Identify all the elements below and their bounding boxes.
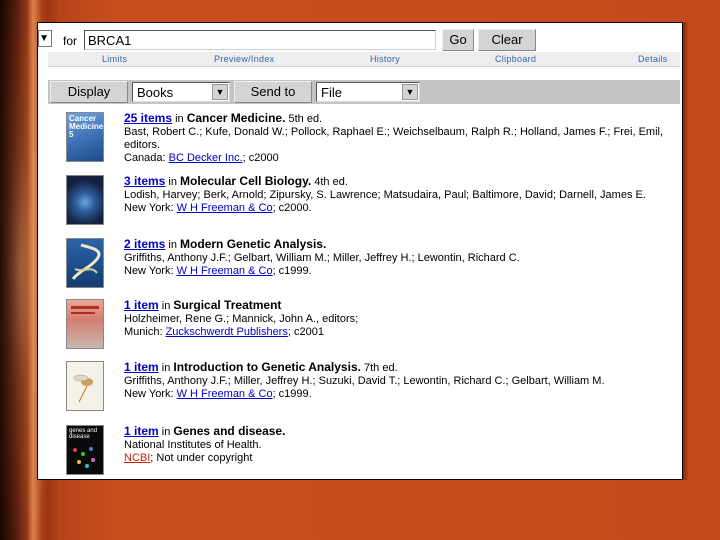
database-select[interactable]: ▼ [38,30,52,47]
dropdown-arrow-icon: ▼ [212,84,228,100]
book-cover-image[interactable] [66,238,104,288]
book-cover-image[interactable]: genes and disease [66,425,104,475]
publish-year: ; Not under copyright [150,452,253,464]
in-text: in [158,362,174,374]
book-authors: Griffiths, Anthony J.F.; Miller, Jeffrey… [124,375,605,387]
in-text: in [165,176,181,188]
book-title: Modern Genetic Analysis. [180,237,327,251]
book-authors: National Institutes of Health. [124,439,262,451]
in-text: in [165,239,181,251]
send-to-button[interactable]: Send to [234,81,312,103]
in-text: in [158,300,174,312]
result-info: 3 items in Molecular Cell Biology. 4th e… [124,174,682,215]
send-to-select-value: File [321,85,342,100]
publish-year: ; c2001 [287,326,324,338]
clear-button[interactable]: Clear [478,29,536,51]
publish-place: New York: [124,265,177,277]
tab-preview-index[interactable]: Preview/Index [214,54,274,64]
items-count-link[interactable]: 1 item [124,298,159,312]
book-edition: 5th ed. [285,113,323,125]
items-count-link[interactable]: 1 item [124,424,159,438]
result-info: 1 item in Introduction to Genetic Analys… [124,360,682,401]
result-info: 1 item in Genes and disease. National In… [124,424,682,465]
go-button[interactable]: Go [442,29,474,51]
book-title: Genes and disease. [173,424,286,438]
publish-year: ; c1999. [272,265,312,277]
display-bar: Display Books ▼ Send to File ▼ [48,80,680,104]
chromosome-icon [73,447,95,468]
result-info: 1 item in Surgical Treatment Holzheimer,… [124,298,682,339]
book-authors: Bast, Robert C.; Kufe, Donald W.; Polloc… [124,126,664,151]
items-count-link[interactable]: 2 items [124,237,165,251]
publisher-link[interactable]: W H Freeman & Co [177,388,273,400]
items-count-link[interactable]: 1 item [124,360,159,374]
dropdown-arrow-icon: ▼ [402,84,418,100]
publisher-link[interactable]: NCBI [124,452,150,464]
fruit-fly-icon [73,374,93,403]
publisher-link[interactable]: BC Decker Inc. [169,152,243,164]
result-info: 2 items in Modern Genetic Analysis. Grif… [124,237,682,278]
book-authors: Griffiths, Anthony J.F.; Gelbart, Willia… [124,252,520,264]
cover-title-text: Cancer Medicine 5 [69,114,104,139]
book-authors: Lodish, Harvey; Berk, Arnold; Zipursky, … [124,189,646,201]
book-cover-image[interactable] [66,175,104,225]
publish-year: ; c2000. [272,202,312,214]
book-title: Molecular Cell Biology. [180,174,312,188]
tab-clipboard[interactable]: Clipboard [495,54,536,64]
publisher-link[interactable]: W H Freeman & Co [177,265,273,277]
panel-shadow [683,22,689,480]
publish-place: Munich: [124,326,166,338]
book-title: Surgical Treatment [173,298,282,312]
publisher-link[interactable]: W H Freeman & Co [177,202,273,214]
book-title: Cancer Medicine. [186,111,286,125]
search-bar: ▼ for Go Clear [38,27,682,51]
publish-place: New York: [124,388,177,400]
send-to-select[interactable]: File ▼ [316,82,420,102]
book-title: Introduction to Genetic Analysis. [173,360,361,374]
items-count-link[interactable]: 25 items [124,111,172,125]
publish-year: ; c1999. [272,388,312,400]
tab-details[interactable]: Details [638,54,668,64]
in-text: in [172,113,187,125]
book-edition: 4th ed. [311,176,348,188]
dna-helix-icon [71,243,101,280]
book-edition: 7th ed. [360,362,398,374]
publish-place: Canada: [124,152,169,164]
result-info: 25 items in Cancer Medicine. 5th ed. Bas… [124,111,682,165]
book-cover-image[interactable]: Cancer Medicine 5 [66,112,104,162]
book-cover-image[interactable] [66,299,104,349]
book-cover-image[interactable] [66,361,104,411]
items-count-link[interactable]: 3 items [124,174,165,188]
in-text: in [158,426,174,438]
tab-history[interactable]: History [370,54,400,64]
cover-title-text: genes and disease [69,428,98,440]
features-bar: Limits Preview/Index History Clipboard D… [48,52,680,67]
search-input[interactable] [84,30,436,50]
screenshot-panel: ▼ for Go Clear Limits Preview/Index Hist… [37,22,683,480]
format-select[interactable]: Books ▼ [132,82,230,102]
publish-place: New York: [124,202,177,214]
dropdown-arrow-icon: ▼ [39,33,49,44]
display-button[interactable]: Display [50,81,128,103]
publisher-link[interactable]: Zuckschwerdt Publishers [166,326,288,338]
tab-limits[interactable]: Limits [102,54,127,64]
book-authors: Holzheimer, Rene G.; Mannick, John A., e… [124,313,359,325]
format-select-value: Books [137,85,174,100]
publish-year: ; c2000 [242,152,279,164]
for-label: for [63,34,78,48]
